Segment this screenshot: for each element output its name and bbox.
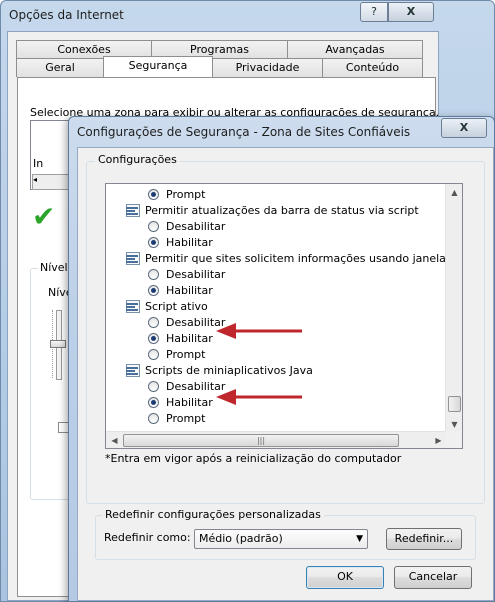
radio-selected-icon[interactable] (148, 188, 159, 200)
tab-avancadas[interactable]: Avançadas (287, 40, 423, 59)
dialog-close-button[interactable]: X (441, 118, 487, 138)
cancel-button[interactable]: Cancelar (394, 566, 472, 589)
setting-option[interactable]: Prompt (148, 346, 205, 362)
radio-icon[interactable] (148, 412, 159, 424)
close-button[interactable]: X (388, 2, 434, 22)
script-settings-icon (126, 363, 140, 377)
setting-option[interactable]: Habilitar (148, 394, 213, 410)
reset-level-select[interactable]: Médio (padrão) ▼ (194, 529, 368, 549)
setting-label: Habilitar (166, 331, 213, 345)
setting-label: Desabilitar (166, 219, 226, 233)
setting-label: Prompt (166, 347, 206, 361)
dialog-title: Configurações de Segurança - Zona de Sit… (77, 125, 411, 139)
dialog-client-area: Configurações Prompt Permitir atualizaçõe… (77, 147, 494, 601)
annotation-arrow-script-ativo (216, 323, 302, 339)
vertical-scroll-thumb[interactable] (448, 396, 461, 412)
radio-icon[interactable] (148, 220, 159, 232)
script-settings-icon (126, 251, 140, 265)
radio-selected-icon[interactable] (148, 236, 159, 248)
scroll-left-icon[interactable]: ◀ (106, 432, 123, 448)
setting-option[interactable]: Habilitar (148, 234, 213, 250)
restart-note: *Entra em vigor após a reinicialização d… (105, 452, 402, 465)
tab-geral[interactable]: Geral (16, 58, 104, 77)
scroll-up-icon[interactable]: ▲ (446, 184, 462, 201)
ok-button[interactable]: OK (306, 566, 384, 589)
script-settings-icon (126, 299, 140, 313)
window-title: Opções da Internet (9, 8, 124, 22)
setting-label: Habilitar (166, 395, 213, 409)
setting-option[interactable]: Desabilitar (148, 266, 225, 282)
radio-icon[interactable] (148, 348, 159, 360)
setting-label: Desabilitar (166, 267, 226, 281)
script-settings-icon (126, 203, 140, 217)
settings-group-label: Configurações (95, 153, 180, 166)
setting-label: Habilitar (166, 235, 213, 249)
setting-label: Permitir atualizações da barra de status… (145, 203, 419, 217)
setting-header: Permitir atualizações da barra de status… (126, 202, 419, 218)
tab-privacidade[interactable]: Privacidade (212, 58, 323, 77)
settings-list[interactable]: Prompt Permitir atualizações da barra de … (105, 183, 463, 449)
scroll-corner (445, 431, 462, 448)
setting-label: Habilitar (166, 283, 213, 297)
setting-header: Scripts de miniaplicativos Java (126, 362, 313, 378)
setting-option[interactable]: Habilitar (148, 330, 213, 346)
radio-icon[interactable] (148, 380, 159, 392)
radio-selected-icon[interactable] (148, 284, 159, 296)
vertical-scrollbar[interactable]: ▲ ▼ (445, 184, 462, 433)
reset-level-value: Médio (padrão) (199, 532, 283, 545)
level-slider-thumb[interactable] (50, 340, 66, 348)
annotation-arrow-java-applets (216, 389, 302, 405)
horizontal-scrollbar[interactable]: ◀ ||| ▶ (106, 431, 447, 448)
setting-label: Prompt (166, 411, 206, 425)
radio-icon[interactable] (148, 316, 159, 328)
security-settings-dialog: Configurações de Segurança - Zona de Sit… (68, 116, 495, 602)
setting-label: Permitir que sites solicitem informações… (145, 251, 463, 265)
tab-conteudo[interactable]: Conteúdo (322, 58, 423, 77)
tab-seguranca[interactable]: Segurança (103, 56, 213, 77)
setting-header: Permitir que sites solicitem informações… (126, 250, 463, 266)
setting-label: Scripts de miniaplicativos Java (145, 363, 313, 377)
checkmark-icon: ✔ (32, 200, 56, 233)
setting-option[interactable]: Prompt (148, 410, 205, 426)
reset-group-label: Redefinir configurações personalizadas (102, 508, 324, 521)
setting-label: Prompt (166, 187, 206, 201)
setting-label: Script ativo (145, 299, 208, 313)
setting-option[interactable]: Desabilitar (148, 218, 225, 234)
setting-option[interactable]: Habilitar (148, 282, 213, 298)
radio-icon[interactable] (148, 268, 159, 280)
zone-label-partial: In (33, 157, 44, 170)
help-button[interactable]: ? (360, 2, 388, 22)
reset-label: Redefinir como: (104, 531, 191, 544)
radio-selected-icon[interactable] (148, 396, 159, 408)
reset-button[interactable]: Redefinir... (386, 528, 462, 550)
setting-header: Script ativo (126, 298, 208, 314)
chevron-down-icon: ▼ (356, 534, 363, 544)
horizontal-scroll-thumb[interactable]: ||| (123, 434, 399, 447)
setting-option[interactable]: Prompt (148, 186, 205, 202)
radio-selected-icon[interactable] (148, 332, 159, 344)
